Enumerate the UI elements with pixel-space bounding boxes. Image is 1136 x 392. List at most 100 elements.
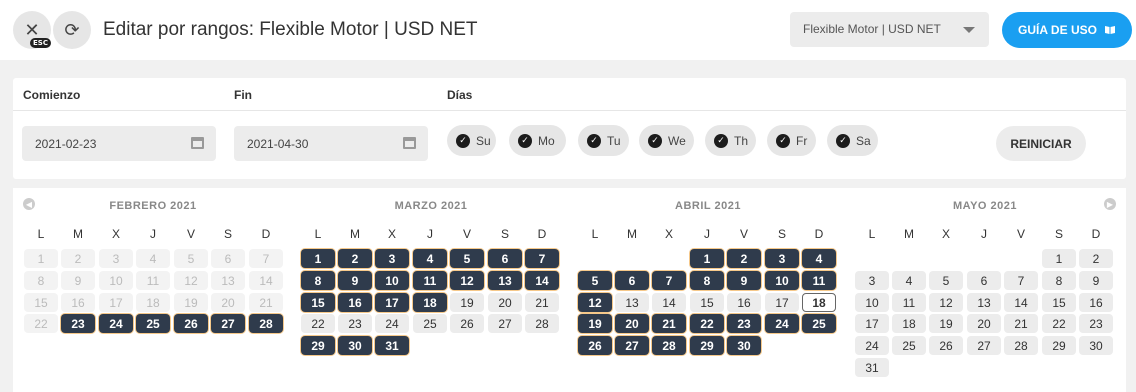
calendar-day[interactable]: 12: [578, 293, 612, 312]
calendar-day[interactable]: 23: [61, 314, 95, 333]
refresh-button[interactable]: ⟳: [53, 11, 91, 49]
calendar-day[interactable]: 19: [578, 314, 612, 333]
calendar-day[interactable]: 20: [967, 314, 1001, 333]
end-date-field[interactable]: 2021-04-30: [234, 126, 428, 161]
calendar-day[interactable]: 30: [1079, 336, 1113, 355]
calendar-day[interactable]: 20: [488, 293, 522, 312]
calendar-day[interactable]: 20: [615, 314, 649, 333]
calendar-day[interactable]: 19: [174, 293, 208, 312]
calendar-day[interactable]: 7: [1004, 271, 1038, 290]
calendar-day[interactable]: 18: [136, 293, 170, 312]
calendar-day[interactable]: 26: [929, 336, 963, 355]
calendar-day[interactable]: 1: [690, 249, 724, 268]
calendar-day[interactable]: 17: [99, 293, 133, 312]
calendar-day[interactable]: 26: [578, 336, 612, 355]
calendar-day[interactable]: 21: [652, 314, 686, 333]
calendar-day[interactable]: 24: [375, 314, 409, 333]
calendar-day[interactable]: 12: [929, 293, 963, 312]
calendar-day[interactable]: 5: [450, 249, 484, 268]
calendar-day[interactable]: 4: [136, 249, 170, 268]
calendar-day[interactable]: 11: [892, 293, 926, 312]
calendar-day[interactable]: 31: [855, 358, 889, 377]
close-button[interactable]: ✕ ESC: [13, 11, 51, 49]
calendar-day[interactable]: 3: [855, 271, 889, 290]
calendar-day[interactable]: 9: [727, 271, 761, 290]
calendar-day[interactable]: 24: [99, 314, 133, 333]
calendar-day[interactable]: 1: [24, 249, 58, 268]
calendar-day[interactable]: 16: [1079, 293, 1113, 312]
calendar-day[interactable]: 22: [24, 314, 58, 333]
calendar-day[interactable]: 25: [802, 314, 836, 333]
calendar-day[interactable]: 29: [690, 336, 724, 355]
calendar-day[interactable]: 3: [99, 249, 133, 268]
calendar-day[interactable]: 28: [249, 314, 283, 333]
calendar-day[interactable]: 13: [967, 293, 1001, 312]
calendar-day[interactable]: 21: [249, 293, 283, 312]
calendar-day[interactable]: 21: [1004, 314, 1038, 333]
calendar-day[interactable]: 19: [929, 314, 963, 333]
calendar-day[interactable]: 6: [211, 249, 245, 268]
calendar-day[interactable]: 10: [855, 293, 889, 312]
calendar-day[interactable]: 12: [450, 271, 484, 290]
reset-button[interactable]: REINICIAR: [996, 126, 1086, 161]
calendar-day[interactable]: 26: [174, 314, 208, 333]
calendar-day[interactable]: 7: [249, 249, 283, 268]
calendar-day[interactable]: 19: [450, 293, 484, 312]
calendar-day[interactable]: 6: [615, 271, 649, 290]
calendar-day[interactable]: 15: [1042, 293, 1076, 312]
calendar-day[interactable]: 21: [525, 293, 559, 312]
calendar-day[interactable]: 2: [338, 249, 372, 268]
calendar-day[interactable]: 23: [338, 314, 372, 333]
calendar-day[interactable]: 14: [525, 271, 559, 290]
calendar-day[interactable]: 29: [1042, 336, 1076, 355]
calendar-day[interactable]: 5: [929, 271, 963, 290]
tariff-select[interactable]: Flexible Motor | USD NET: [790, 12, 989, 47]
calendar-day[interactable]: 9: [61, 271, 95, 290]
calendar-day[interactable]: 9: [1079, 271, 1113, 290]
day-toggle-fr[interactable]: ✓ Fr: [767, 125, 816, 156]
calendar-day[interactable]: 8: [301, 271, 335, 290]
calendar-day[interactable]: 29: [301, 336, 335, 355]
calendar-day[interactable]: 4: [413, 249, 447, 268]
calendar-day[interactable]: 23: [727, 314, 761, 333]
calendar-day[interactable]: 25: [136, 314, 170, 333]
calendar-day[interactable]: 11: [413, 271, 447, 290]
start-date-field[interactable]: 2021-02-23: [22, 126, 216, 161]
calendar-day[interactable]: 22: [301, 314, 335, 333]
calendar-day[interactable]: 15: [301, 293, 335, 312]
calendar-day[interactable]: 8: [1042, 271, 1076, 290]
day-toggle-sa[interactable]: ✓ Sa: [827, 125, 878, 156]
calendar-day[interactable]: 1: [1042, 249, 1076, 268]
calendar-day[interactable]: 11: [136, 271, 170, 290]
calendar-day[interactable]: 17: [375, 293, 409, 312]
calendar-day[interactable]: 6: [967, 271, 1001, 290]
calendar-day[interactable]: 18: [413, 293, 447, 312]
calendar-day[interactable]: 25: [892, 336, 926, 355]
calendar-day[interactable]: 3: [375, 249, 409, 268]
calendar-day[interactable]: 15: [690, 293, 724, 312]
day-toggle-su[interactable]: ✓ Su: [447, 125, 496, 156]
calendar-day[interactable]: 13: [615, 293, 649, 312]
calendar-day[interactable]: 12: [174, 271, 208, 290]
calendar-day[interactable]: 8: [24, 271, 58, 290]
calendar-day[interactable]: 9: [338, 271, 372, 290]
calendar-day[interactable]: 2: [1079, 249, 1113, 268]
calendar-day[interactable]: 20: [211, 293, 245, 312]
calendar-day[interactable]: 18: [892, 314, 926, 333]
calendar-day[interactable]: 30: [727, 336, 761, 355]
day-toggle-th[interactable]: ✓ Th: [705, 125, 756, 156]
calendar-day[interactable]: 24: [855, 336, 889, 355]
calendar-day[interactable]: 16: [727, 293, 761, 312]
calendar-day[interactable]: 30: [338, 336, 372, 355]
calendar-day[interactable]: 27: [488, 314, 522, 333]
calendar-day[interactable]: 5: [578, 271, 612, 290]
calendar-day[interactable]: 3: [765, 249, 799, 268]
calendar-day[interactable]: 31: [375, 336, 409, 355]
calendar-day[interactable]: 8: [690, 271, 724, 290]
calendar-day[interactable]: 11: [802, 271, 836, 290]
calendar-day[interactable]: 13: [211, 271, 245, 290]
calendar-day[interactable]: 17: [855, 314, 889, 333]
calendar-day[interactable]: 24: [765, 314, 799, 333]
day-toggle-tu[interactable]: ✓ Tu: [578, 125, 629, 156]
calendar-day[interactable]: 16: [338, 293, 372, 312]
